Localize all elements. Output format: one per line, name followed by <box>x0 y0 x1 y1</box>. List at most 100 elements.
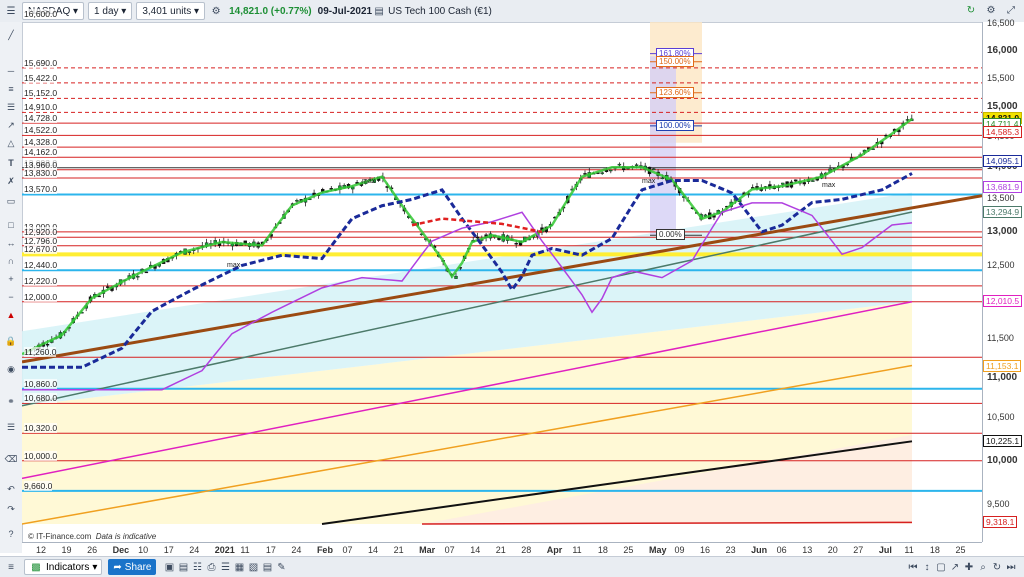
candle-body <box>475 236 480 239</box>
log-scale-icon[interactable]: ↗ <box>948 560 962 574</box>
help-icon[interactable]: ? <box>4 527 18 541</box>
chevron-down-icon: ▾ <box>73 5 79 17</box>
magnet-icon[interactable]: ∩ <box>4 254 18 268</box>
link-icon[interactable]: ⚭ <box>4 394 18 408</box>
time-tick-label: May <box>648 545 667 555</box>
price-tick-label: 9,500 <box>987 499 1010 510</box>
level-label: 16,600.0 <box>24 8 58 19</box>
layers-icon[interactable]: ☰ <box>4 420 18 434</box>
price-chart[interactable] <box>22 22 982 542</box>
time-tick-label: 16 <box>700 545 711 555</box>
calendar-icon[interactable]: ▤ <box>260 560 274 574</box>
last-price: 14,821.0 (+0.77%) <box>229 5 312 17</box>
scroll-start-icon[interactable]: ⏮ <box>906 560 920 574</box>
share-label: Share <box>124 561 152 573</box>
level-label: 10,000.0 <box>24 450 58 461</box>
redo-icon[interactable]: ↷ <box>4 502 18 516</box>
note-icon[interactable]: ✎ <box>274 560 288 574</box>
line-tool-icon[interactable]: ╱ <box>4 28 18 42</box>
zoom-icon[interactable]: ⌕ <box>976 560 990 574</box>
lock-icon[interactable]: 🔒 <box>4 334 18 348</box>
indicators-button[interactable]: ▩ Indicators ▾ <box>24 559 103 575</box>
time-tick-label: Apr <box>546 545 563 555</box>
menu-icon[interactable]: ☰ <box>4 4 18 18</box>
time-tick-label: 28 <box>521 545 532 555</box>
chevron-down-icon: ▾ <box>121 5 127 17</box>
level-label: 12,440.0 <box>24 260 58 271</box>
shapes-icon[interactable]: ▭ <box>4 194 18 208</box>
level-label: 15,422.0 <box>24 72 58 83</box>
time-tick-label: 06 <box>776 545 787 555</box>
price-tick-label: 10,000 <box>987 454 1018 466</box>
camera-icon[interactable]: ▣ <box>162 560 176 574</box>
level-label: 11,260.0 <box>24 347 57 358</box>
indicator-price-tag: 9,318.1 <box>983 516 1018 529</box>
max-annotation: max <box>822 182 836 190</box>
candle-body <box>514 243 518 245</box>
zoom-in-icon[interactable]: + <box>4 272 18 286</box>
candle-body <box>600 172 604 174</box>
collapse-icon[interactable]: ≡ <box>4 560 18 574</box>
candle-body <box>794 179 798 182</box>
compare-icon[interactable]: ▤ <box>176 560 190 574</box>
time-tick-label: 27 <box>853 545 864 555</box>
reset-icon[interactable]: ↻ <box>990 560 1004 574</box>
list-icon[interactable]: ☰ <box>218 560 232 574</box>
units-selector[interactable]: 3,401 units ▾ <box>136 2 206 20</box>
tools-icon[interactable]: ✗ <box>4 174 18 188</box>
table-icon[interactable]: ▧ <box>246 560 260 574</box>
measure-icon[interactable]: ↔ <box>4 236 18 250</box>
price-axis[interactable]: 16,50016,00015,50015,00014,50014,00013,5… <box>982 18 1024 542</box>
grid-icon[interactable]: ▦ <box>232 560 246 574</box>
alert-icon[interactable]: ▲ <box>4 308 18 322</box>
pitchfork-tool-icon[interactable]: △ <box>4 136 18 150</box>
data-footnote: © IT-Finance.com Data is indicative <box>28 532 156 541</box>
level-label: 13,570.0 <box>24 184 58 195</box>
channel-tool-icon[interactable]: ≡ <box>4 82 18 96</box>
fib-tool-icon[interactable]: ☰ <box>4 100 18 114</box>
refresh-icon[interactable]: ↻ <box>964 3 978 17</box>
template-icon[interactable]: ☷ <box>190 560 204 574</box>
time-tick-label: 25 <box>955 545 966 555</box>
time-axis[interactable]: 12 19 26 Dec 10 17 24 2021 11 17 24 Feb 07 14 21 Mar 07 1… <box>22 542 982 557</box>
chevron-down-icon: ▾ <box>194 5 200 17</box>
level-label: 12,670.0 <box>24 244 58 255</box>
trend-tool-icon[interactable]: ↗ <box>4 118 18 132</box>
indicator-price-tag: 11,153.1 <box>983 359 1022 372</box>
fit-icon[interactable]: ▢ <box>934 560 948 574</box>
time-tick-label: 25 <box>623 545 634 555</box>
candle-body <box>136 275 140 278</box>
delete-icon[interactable]: ⌫ <box>4 452 18 466</box>
time-tick-label: Mar <box>419 545 436 555</box>
share-button[interactable]: ➦ Share <box>108 559 157 575</box>
ruler-icon[interactable]: □ <box>4 218 18 232</box>
time-tick-label: 26 <box>87 545 98 555</box>
time-tick-label: Jul <box>878 545 892 555</box>
indicator-price-tag: 13,681.9 <box>983 181 1023 194</box>
undo-icon[interactable]: ↶ <box>4 482 18 496</box>
timeframe-selector[interactable]: 1 day ▾ <box>88 2 133 20</box>
scroll-end-icon[interactable]: ⏭ <box>1004 560 1018 574</box>
auto-scale-icon[interactable]: ↕ <box>920 560 934 574</box>
candle-body <box>454 275 458 279</box>
eye-icon[interactable]: ◉ <box>4 362 18 376</box>
expand-icon[interactable]: ⤢ <box>1004 3 1018 17</box>
candle-body <box>802 182 806 185</box>
time-tick-label: 13 <box>802 545 813 555</box>
candle-body <box>609 169 613 172</box>
candle-body <box>105 286 110 288</box>
time-tick-label: 21 <box>495 545 506 555</box>
zoom-out-icon[interactable]: − <box>4 290 18 304</box>
text-tool-icon[interactable]: T <box>4 156 18 170</box>
settings-icon[interactable]: ⚙ <box>209 4 223 18</box>
indicator-price-tag: 13,294.9 <box>983 206 1023 219</box>
fib-level-label: 150.00% <box>656 55 694 67</box>
candle-body <box>295 200 299 202</box>
copyright-text: © IT-Finance.com <box>28 532 92 541</box>
level-label: 15,152.0 <box>24 88 58 99</box>
gear-icon[interactable]: ⚙ <box>984 3 998 17</box>
indicator-price-tag: 14,095.1 <box>983 155 1023 168</box>
print-icon[interactable]: ⎙ <box>204 560 218 574</box>
crosshair-icon[interactable]: ✚ <box>962 560 976 574</box>
hline-tool-icon[interactable]: ─ <box>4 64 18 78</box>
